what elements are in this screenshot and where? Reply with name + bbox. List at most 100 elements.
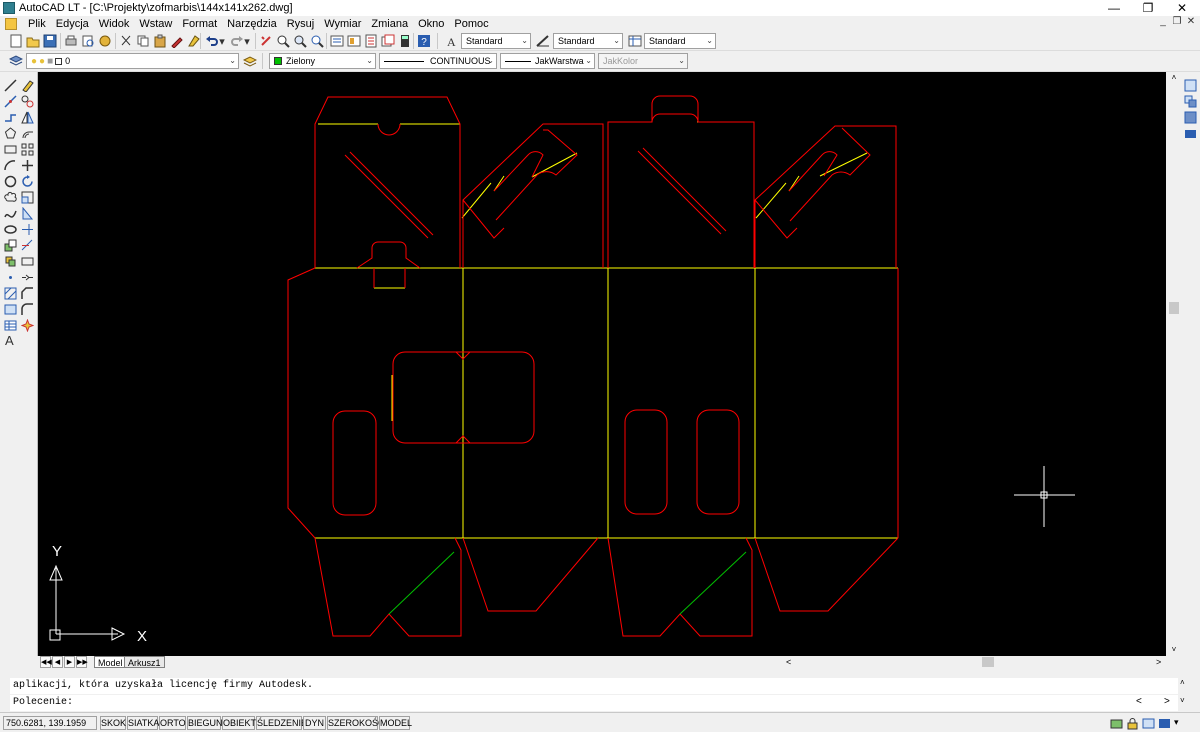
text-style-select[interactable]: Standard ⌄ — [461, 33, 531, 49]
model-toggle[interactable]: MODEL — [379, 716, 412, 730]
fillet-tool-icon[interactable] — [19, 302, 35, 317]
viewport-4-icon[interactable] — [1182, 126, 1198, 141]
tab-model[interactable]: Model — [94, 656, 127, 668]
spline-tool-icon[interactable] — [2, 206, 18, 221]
rotate-tool-icon[interactable] — [19, 174, 35, 189]
join-tool-icon[interactable] — [19, 270, 35, 285]
layer-manager-icon[interactable] — [8, 53, 24, 69]
open-file-icon[interactable] — [25, 33, 41, 49]
color-select[interactable]: Zielony ⌄ — [269, 53, 376, 69]
menu-pomoc[interactable]: Pomoc — [449, 18, 493, 30]
publish-icon[interactable] — [97, 33, 113, 49]
horizontal-scrollbar[interactable]: < > — [782, 656, 1166, 668]
zoom-window-icon[interactable] — [292, 33, 308, 49]
close-button[interactable]: ✕ — [1164, 0, 1200, 16]
menu-edycja[interactable]: Edycja — [51, 18, 94, 30]
dimension-style-icon[interactable] — [535, 33, 551, 49]
table-tool-icon[interactable] — [2, 318, 18, 333]
new-file-icon[interactable] — [8, 33, 24, 49]
array-tool-icon[interactable] — [19, 142, 35, 157]
layer-select[interactable]: ● ● ■ 0 ⌄ — [26, 53, 239, 69]
communication-center-icon[interactable] — [1108, 716, 1124, 731]
undo-dropdown-icon[interactable]: ▾ — [218, 33, 226, 49]
status-menu-arrow-icon[interactable]: ▾ — [1174, 717, 1179, 728]
doc-close-button[interactable]: ✕ — [1184, 16, 1198, 27]
extend-tool-icon[interactable] — [19, 238, 35, 253]
menu-format[interactable]: Format — [177, 18, 222, 30]
explode-tool-icon[interactable] — [19, 318, 35, 333]
revcloud-tool-icon[interactable] — [2, 190, 18, 205]
layer-previous-icon[interactable] — [242, 53, 258, 69]
tab-prev-button[interactable]: ◀ — [52, 656, 63, 668]
tray-settings-icon[interactable] — [1140, 716, 1156, 731]
menu-widok[interactable]: Widok — [94, 18, 135, 30]
linetype-select[interactable]: CONTINUOUS ⌄ — [379, 53, 497, 69]
text-style-icon[interactable]: A — [444, 33, 460, 49]
zoom-realtime-icon[interactable] — [275, 33, 291, 49]
table-style-select[interactable]: Standard ⌄ — [644, 33, 716, 49]
dyn-toggle[interactable]: DYN — [303, 716, 326, 730]
vertical-scroll-thumb[interactable] — [1169, 302, 1179, 314]
otrack-toggle[interactable]: ŚLEDZENIE — [256, 716, 307, 730]
menu-wstaw[interactable]: Wstaw — [134, 18, 177, 30]
lock-icon[interactable]: ■ — [47, 56, 53, 67]
scroll-up-icon[interactable]: ˄ — [1168, 72, 1180, 84]
command-scroll-up-icon[interactable]: ˄ — [1180, 678, 1185, 687]
command-scroll-down-icon[interactable]: ˅ — [1180, 696, 1185, 705]
xline-tool-icon[interactable] — [2, 94, 18, 109]
table-style-icon[interactable] — [627, 33, 643, 49]
design-center-icon[interactable] — [346, 33, 362, 49]
horizontal-scroll-thumb[interactable] — [982, 657, 994, 667]
minimize-button[interactable]: — — [1096, 0, 1132, 16]
menu-narzedzia[interactable]: Narzędzia — [222, 18, 282, 30]
plot-preview-icon[interactable] — [80, 33, 96, 49]
dimension-style-select[interactable]: Standard ⌄ — [553, 33, 623, 49]
help-icon[interactable]: ? — [416, 33, 432, 49]
doc-minimize-button[interactable]: _ — [1156, 16, 1170, 27]
copy-icon[interactable] — [135, 33, 151, 49]
polar-toggle[interactable]: BIEGUN — [187, 716, 223, 730]
scroll-down-icon[interactable]: ˅ — [1168, 644, 1180, 656]
offset-tool-icon[interactable] — [19, 126, 35, 141]
tab-next-button[interactable]: ▶ — [64, 656, 75, 668]
lock-toolbar-icon[interactable] — [1124, 716, 1140, 731]
coordinates-readout[interactable]: 750.6281, 139.1959 — [3, 716, 97, 730]
tab-last-button[interactable]: ▶▶ — [76, 656, 88, 668]
mirror-tool-icon[interactable] — [19, 110, 35, 125]
scale-tool-icon[interactable] — [19, 190, 35, 205]
pan-icon[interactable] — [258, 33, 274, 49]
move-tool-icon[interactable] — [19, 158, 35, 173]
hatch-tool-icon[interactable] — [2, 286, 18, 301]
zoom-previous-icon[interactable] — [309, 33, 325, 49]
menu-wymiar[interactable]: Wymiar — [319, 18, 366, 30]
doc-restore-button[interactable]: ❐ — [1170, 16, 1184, 27]
viewport-3-icon[interactable] — [1182, 110, 1198, 125]
sheet-set-icon[interactable] — [380, 33, 396, 49]
polygon-tool-icon[interactable] — [2, 126, 18, 141]
ellipse-tool-icon[interactable] — [2, 222, 18, 237]
viewport-1-icon[interactable] — [1182, 78, 1198, 93]
menu-okno[interactable]: Okno — [413, 18, 449, 30]
save-icon[interactable] — [42, 33, 58, 49]
region-tool-icon[interactable] — [2, 302, 18, 317]
command-scroll-left-icon[interactable]: < — [1136, 696, 1142, 707]
match-properties-icon[interactable] — [169, 33, 185, 49]
snap-toggle[interactable]: SKOK — [100, 716, 126, 730]
sun-icon[interactable]: ● — [39, 56, 45, 67]
osnap-toggle[interactable]: OBIEKT — [222, 716, 256, 730]
cut-icon[interactable] — [118, 33, 134, 49]
rectangle-tool-icon[interactable] — [2, 142, 18, 157]
trim-tool-icon[interactable] — [19, 222, 35, 237]
stretch-tool-icon[interactable] — [19, 206, 35, 221]
line-tool-icon[interactable] — [2, 78, 18, 93]
make-block-icon[interactable] — [2, 254, 18, 269]
tab-arkusz1[interactable]: Arkusz1 — [124, 656, 165, 668]
viewport-2-icon[interactable] — [1182, 94, 1198, 109]
menu-plik[interactable]: Plik — [23, 18, 51, 30]
erase-tool-icon[interactable] — [19, 78, 35, 93]
restore-button[interactable]: ❐ — [1130, 0, 1166, 16]
properties-icon[interactable] — [329, 33, 345, 49]
command-input[interactable]: Polecenie: — [10, 695, 1178, 711]
command-scroll-right-icon[interactable]: > — [1164, 696, 1170, 707]
lineweight-toggle[interactable]: SZEROKOŚĆ — [327, 716, 385, 730]
